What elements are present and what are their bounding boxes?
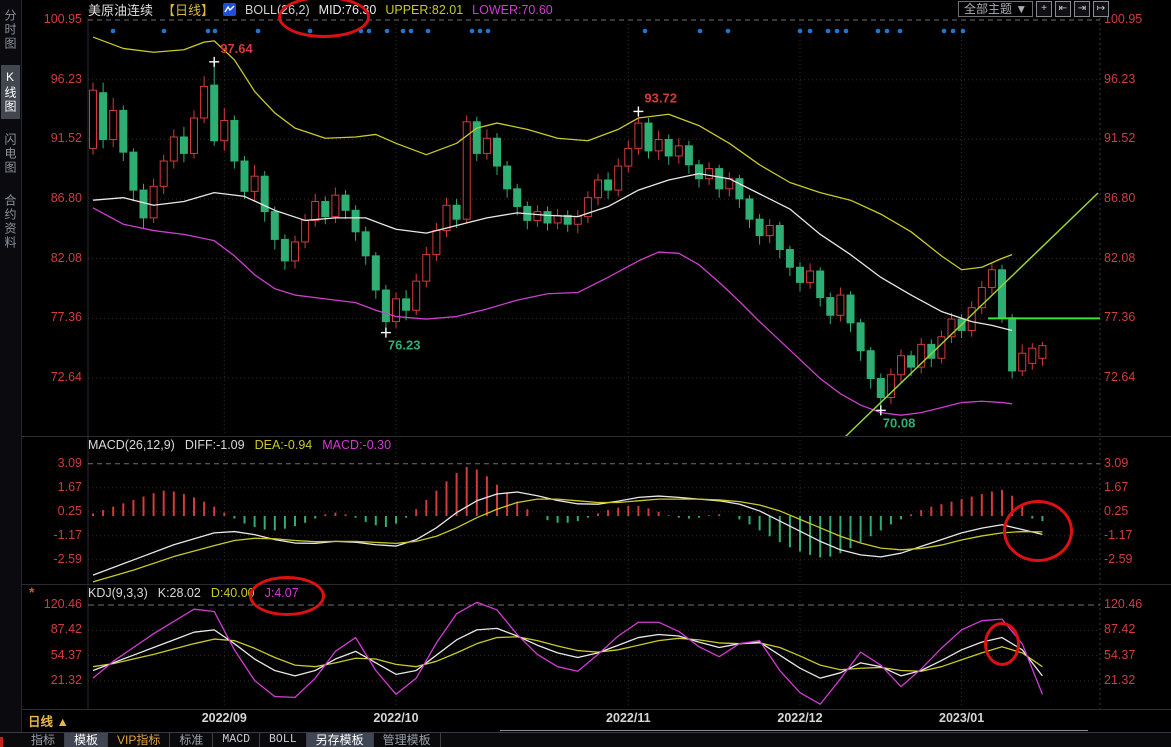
app-window: 97.64 93.72 76.23 70.08 分时图 K线图闪电图合约资料 美原油连续… — [0, 0, 1171, 747]
macd-label-row: MACD(26,12,9) DIFF:-1.09 DEA:-0.94 MACD:… — [88, 438, 391, 452]
macd-y-tick: 0.25 — [22, 504, 82, 518]
macd-y-tick: -2.59 — [22, 552, 82, 566]
macd-dea-value: DEA:-0.94 — [255, 438, 313, 452]
kdj-y-tick: 87.42 — [22, 622, 82, 636]
kdj-k-value: K:28.02 — [158, 586, 201, 600]
main-y-tick: 77.36 — [1104, 310, 1168, 324]
main-y-tick: 86.80 — [1104, 191, 1168, 205]
chart-canvas[interactable]: 97.64 93.72 76.23 70.08 — [0, 0, 1171, 747]
main-y-tick: 72.64 — [22, 370, 82, 384]
sidebar-item-分时图[interactable]: 分时图 — [1, 4, 20, 56]
horizontal-scrollbar[interactable] — [500, 730, 1088, 731]
main-y-tick: 91.52 — [1104, 131, 1168, 145]
boll-lower-value: LOWER:70.60 — [472, 3, 553, 17]
sidebar-item-K线图[interactable]: K线图 — [1, 65, 20, 119]
tab-MACD[interactable]: MACD — [213, 733, 260, 747]
tab-指标[interactable]: 指标 — [22, 733, 65, 747]
tab-另存模板[interactable]: 另存模板 — [307, 733, 374, 747]
main-y-tick: 72.64 — [1104, 370, 1168, 384]
svg-text:76.23: 76.23 — [388, 338, 421, 353]
macd-y-tick: 3.09 — [1104, 456, 1168, 470]
chevron-down-icon: ▼ — [1015, 2, 1027, 16]
candlestick-layer — [90, 62, 1046, 411]
kdj-y-tick: 120.46 — [1104, 597, 1168, 611]
kdj-layer — [93, 602, 1042, 704]
sidebar-item-合约资料[interactable]: 合约资料 — [1, 189, 20, 255]
zoom-in-axis-icon[interactable]: ⇥ — [1074, 1, 1090, 17]
panel-divider — [21, 584, 1171, 585]
macd-y-tick: 1.67 — [1104, 480, 1168, 494]
kdj-y-tick: 21.32 — [1104, 673, 1168, 687]
tab-管理模板[interactable]: 管理模板 — [374, 733, 441, 747]
macd-y-tick: -1.17 — [22, 528, 82, 542]
main-y-tick: 96.23 — [1104, 72, 1168, 86]
boll-mid-value: MID:76.30 — [319, 3, 377, 17]
boll-param-label: BOLL(26,2) — [245, 3, 310, 17]
grid-layer — [88, 18, 1100, 709]
theme-dropdown[interactable]: 全部主题 ▼ — [958, 1, 1033, 17]
bottom-tabbar: 指标模板VIP指标标准MACDBOLL另存模板管理模板 — [0, 732, 1171, 747]
main-y-tick: 86.80 — [22, 191, 82, 205]
trendline-layer — [845, 193, 1100, 437]
macd-macd-value: MACD:-0.30 — [322, 438, 391, 452]
kdj-y-tick: 54.37 — [1104, 648, 1168, 662]
main-y-tick: 96.23 — [22, 72, 82, 86]
macd-y-tick: 0.25 — [1104, 504, 1168, 518]
macd-diff-value: DIFF:-1.09 — [185, 438, 245, 452]
main-y-tick: 82.08 — [1104, 251, 1168, 265]
zoom-out-axis-icon[interactable]: ⇤ — [1055, 1, 1071, 17]
tab-VIP指标[interactable]: VIP指标 — [108, 733, 170, 747]
panel-divider — [21, 709, 1171, 710]
kdj-y-tick: 87.42 — [1104, 622, 1168, 636]
svg-text:70.08: 70.08 — [883, 415, 916, 430]
indicator-settings-icon[interactable]: * — [29, 584, 34, 600]
symbol-title: 美原油连续 — [88, 0, 153, 19]
period-tag: 【日线】 — [162, 0, 214, 19]
main-y-tick: 100.95 — [22, 12, 82, 26]
macd-y-tick: 3.09 — [22, 456, 82, 470]
kline-chart-icon — [223, 3, 236, 16]
main-y-tick: 91.52 — [22, 131, 82, 145]
x-axis-month-label: 2022/10 — [361, 711, 431, 725]
macd-y-tick: 1.67 — [22, 480, 82, 494]
kdj-y-tick: 54.37 — [22, 648, 82, 662]
macd-y-tick: -2.59 — [1104, 552, 1168, 566]
chart-toolbar: +⇤⇥↦ — [1036, 1, 1109, 17]
red-notch-marker — [0, 737, 3, 747]
kdj-j-value: J:4.07 — [265, 586, 299, 600]
topbar: 美原油连续 【日线】 BOLL(26,2) MID:76.30 UPPER:82… — [88, 0, 553, 19]
x-axis-month-label: 2022/11 — [593, 711, 663, 725]
move-crosshair-icon[interactable]: + — [1036, 1, 1052, 17]
panel-divider — [21, 436, 1171, 437]
tab-标准[interactable]: 标准 — [170, 733, 213, 747]
signal-dots-layer — [111, 29, 966, 34]
svg-text:97.64: 97.64 — [220, 41, 253, 56]
price-callout-layer: 97.64 93.72 76.23 70.08 — [209, 41, 915, 431]
kdj-y-tick: 21.32 — [22, 673, 82, 687]
x-axis-month-label: 2023/01 — [927, 711, 997, 725]
theme-dropdown-label: 全部主题 — [964, 2, 1012, 16]
boll-upper-value: UPPER:82.01 — [385, 3, 463, 17]
triangle-up-icon: ▲ — [57, 715, 69, 729]
x-axis-month-label: 2022/09 — [189, 711, 259, 725]
period-selector-label: 日线 — [28, 715, 53, 729]
sidebar: 分时图 K线图闪电图合约资料 — [0, 0, 22, 732]
macd-layer — [93, 467, 1042, 582]
period-selector[interactable]: 日线 ▲ — [28, 711, 69, 730]
tab-BOLL[interactable]: BOLL — [260, 733, 307, 747]
macd-y-tick: -1.17 — [1104, 528, 1168, 542]
x-axis-month-label: 2022/12 — [765, 711, 835, 725]
sidebar-item-闪电图[interactable]: 闪电图 — [1, 128, 20, 180]
main-y-tick: 100.95 — [1104, 12, 1168, 26]
svg-text:93.72: 93.72 — [644, 90, 677, 105]
kdj-label-row: KDJ(9,3,3) K:28.02 D:40.00 J:4.07 — [88, 586, 299, 600]
macd-param-label: MACD(26,12,9) — [88, 438, 175, 452]
kdj-param-label: KDJ(9,3,3) — [88, 586, 148, 600]
main-y-tick: 82.08 — [22, 251, 82, 265]
tab-模板[interactable]: 模板 — [65, 733, 108, 747]
main-y-tick: 77.36 — [22, 310, 82, 324]
pan-right-icon[interactable]: ↦ — [1093, 1, 1109, 17]
kdj-d-value: D:40.00 — [211, 586, 255, 600]
